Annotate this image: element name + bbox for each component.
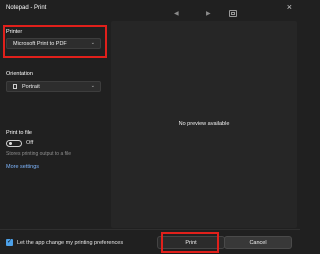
print-to-file-toggle[interactable] [6, 140, 22, 147]
change-preferences-checkbox[interactable]: ✓ [6, 239, 13, 246]
print-to-file-hint: Stores printing output to a file [6, 151, 72, 157]
checkmark-icon: ✓ [6, 239, 13, 245]
orientation-dropdown-value: Portrait [22, 84, 40, 90]
no-preview-message: No preview available [178, 121, 230, 127]
fit-to-page-icon-inner [231, 12, 235, 15]
chevron-down-icon: ⌄ [90, 83, 95, 89]
more-settings-link[interactable]: More settings [6, 164, 39, 170]
toggle-knob [9, 142, 12, 145]
print-highlight-box [161, 232, 219, 253]
portrait-page-icon [13, 84, 17, 89]
preview-pane: No preview available [111, 21, 297, 228]
print-to-file-state: Off [26, 140, 34, 146]
orientation-dropdown[interactable]: Portrait ⌄ [6, 81, 101, 92]
fit-to-page-icon[interactable] [229, 10, 237, 17]
printer-highlight-box [3, 25, 107, 58]
change-preferences-label: Let the app change my printing preferenc… [17, 240, 124, 246]
previous-page-icon[interactable]: ◀ [174, 10, 179, 17]
window-title: Notepad - Print [6, 5, 47, 11]
print-to-file-label: Print to file [6, 130, 32, 136]
footer-separator [0, 229, 300, 230]
next-page-icon[interactable]: ▶ [206, 10, 211, 17]
cancel-button[interactable]: Cancel [224, 236, 292, 249]
close-icon[interactable]: × [287, 3, 292, 12]
orientation-label: Orientation [6, 71, 33, 77]
